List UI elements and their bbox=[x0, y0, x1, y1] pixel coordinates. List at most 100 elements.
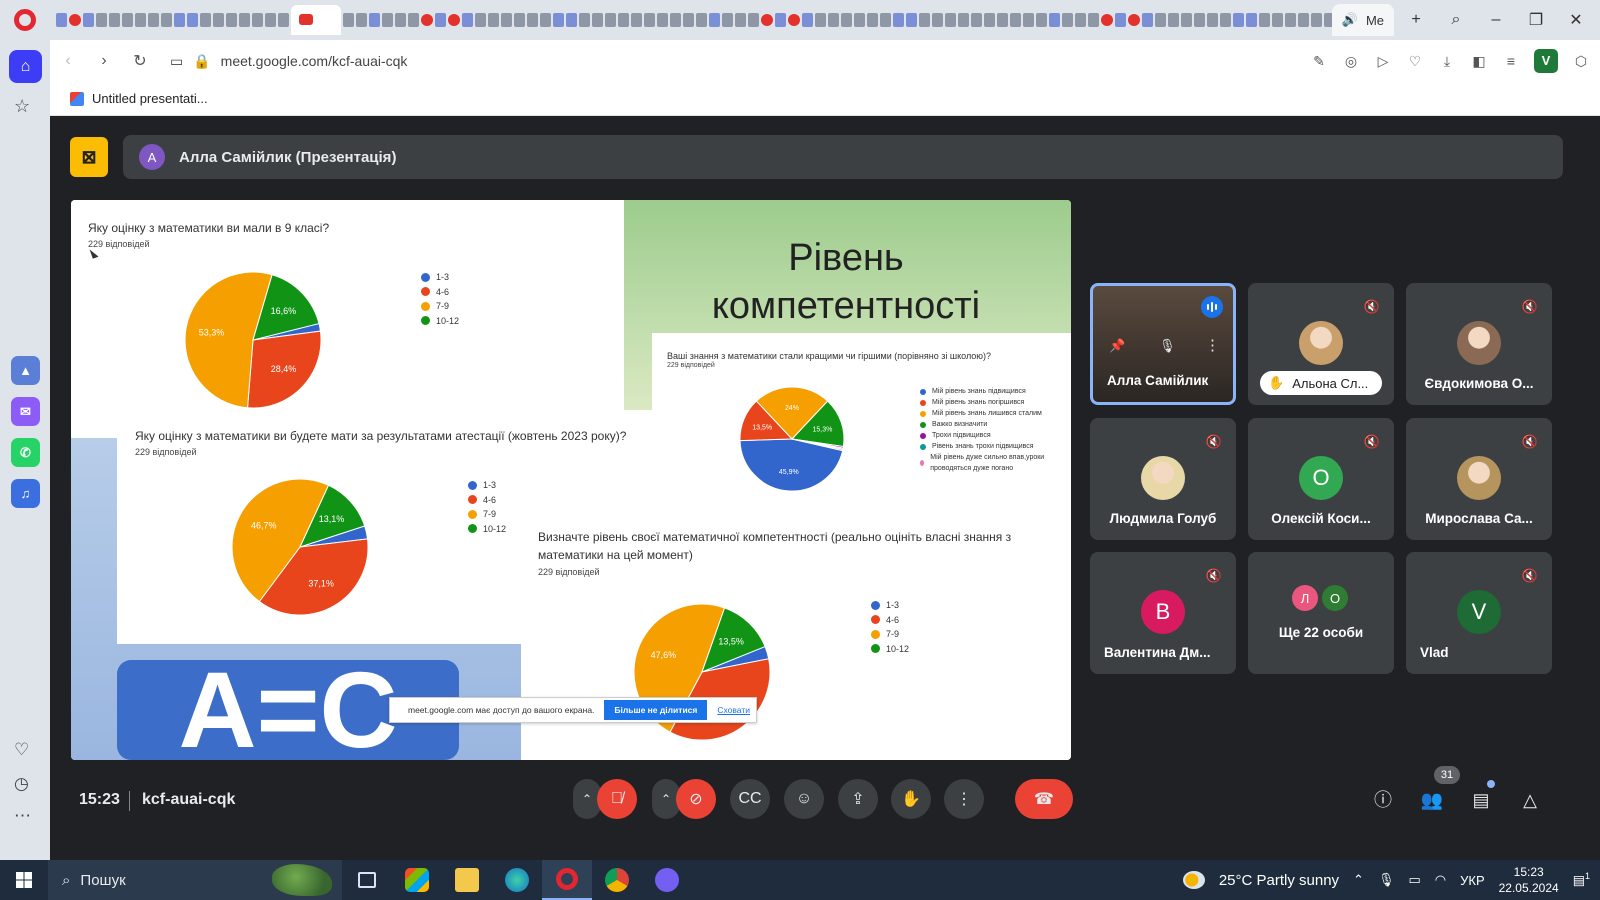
new-tab-button[interactable]: + bbox=[1398, 2, 1434, 38]
tab-favicon-icon[interactable] bbox=[657, 13, 668, 27]
tab-favicon-icon[interactable] bbox=[527, 13, 538, 27]
tab-favicon-icon[interactable] bbox=[109, 13, 120, 27]
snapshot-icon[interactable]: ◎ bbox=[1342, 52, 1360, 70]
tab-favicon-icon[interactable] bbox=[226, 13, 237, 27]
notifications-icon[interactable]: ▤1 bbox=[1573, 871, 1590, 888]
tab-favicon-icon[interactable] bbox=[200, 13, 211, 27]
microsoft-store-icon[interactable] bbox=[392, 860, 442, 900]
tab-favicon-icon[interactable] bbox=[605, 13, 616, 27]
download-icon[interactable]: ⤓ bbox=[1438, 52, 1456, 70]
pin-icon[interactable]: 📌 bbox=[1109, 338, 1125, 354]
tab-favicon-icon[interactable] bbox=[462, 13, 473, 27]
tab-favicon-icon[interactable] bbox=[841, 13, 852, 27]
tab-favicon-icon[interactable] bbox=[722, 13, 733, 27]
activities-icon[interactable]: △ bbox=[1515, 785, 1545, 815]
raise-hand-button[interactable]: ✋ bbox=[891, 779, 931, 819]
people-icon[interactable]: 👥 bbox=[1417, 785, 1447, 815]
forward-button[interactable]: › bbox=[86, 52, 122, 70]
tab-favicon-icon[interactable] bbox=[174, 13, 185, 27]
tab-favicon-icon[interactable] bbox=[1023, 13, 1034, 27]
tab-favicon-icon[interactable] bbox=[997, 13, 1008, 27]
home-icon[interactable]: ⌂ bbox=[9, 50, 42, 83]
more-options-button[interactable]: ⋮ bbox=[944, 779, 984, 819]
tab-favicon-icon[interactable] bbox=[382, 13, 393, 27]
tab-favicon-icon[interactable] bbox=[213, 13, 224, 27]
present-screen-button[interactable]: ⇪ bbox=[838, 779, 878, 819]
opera-taskbar-icon[interactable] bbox=[542, 860, 592, 900]
tab-favicon-icon[interactable] bbox=[932, 13, 943, 27]
tab-favicon-icon[interactable] bbox=[1324, 13, 1332, 27]
tab-favicon-icon[interactable] bbox=[1036, 13, 1047, 27]
file-explorer-icon[interactable] bbox=[442, 860, 492, 900]
tab-favicon-icon[interactable] bbox=[893, 13, 904, 27]
tab-favicon-icon[interactable] bbox=[1088, 13, 1099, 27]
captions-button[interactable]: CC bbox=[730, 779, 770, 819]
tab-favicon-icon[interactable] bbox=[239, 13, 250, 27]
weather-text[interactable]: 25°C Partly sunny bbox=[1219, 872, 1339, 889]
share-icon[interactable]: ✎ bbox=[1310, 52, 1328, 70]
tab-favicon-icon[interactable] bbox=[514, 13, 525, 27]
tab-favicon-icon[interactable] bbox=[395, 13, 406, 27]
bookmark-item[interactable]: Untitled presentati... bbox=[92, 91, 208, 106]
tab-favicon-icon[interactable] bbox=[696, 13, 707, 27]
participant-tile[interactable]: О 🔇 Олексій Коси... bbox=[1248, 418, 1394, 540]
easy-setup-icon[interactable]: ≡ bbox=[1502, 52, 1520, 70]
tab-favicon-icon[interactable] bbox=[735, 13, 746, 27]
participant-tile[interactable]: 🔇 Євдокимова О... bbox=[1406, 283, 1552, 405]
messenger-icon[interactable]: ✉ bbox=[11, 397, 40, 426]
tab-favicon-icon[interactable] bbox=[906, 13, 917, 27]
tab-favicon-icon[interactable] bbox=[435, 13, 446, 27]
leave-call-button[interactable]: ☎ bbox=[1015, 779, 1073, 819]
tab-favicon-icon[interactable] bbox=[579, 13, 590, 27]
tab-favicon-icon[interactable] bbox=[1207, 13, 1218, 27]
tab-favicon-icon[interactable] bbox=[945, 13, 956, 27]
tab-favicon-icon[interactable] bbox=[1272, 13, 1283, 27]
tab-active[interactable]: 🔊 Me bbox=[1331, 4, 1394, 36]
tab-favicon-icon[interactable] bbox=[161, 13, 172, 27]
participant-tile[interactable]: 🔇 ✋ Альона Сл... bbox=[1248, 283, 1394, 405]
tab-favicon-icon[interactable] bbox=[1101, 14, 1113, 26]
tab-favicon-icon[interactable] bbox=[618, 13, 629, 27]
back-button[interactable]: ‹ bbox=[50, 52, 86, 70]
tab-favicon-icon[interactable] bbox=[670, 13, 681, 27]
tab-favicon-icon[interactable] bbox=[1246, 13, 1257, 27]
chrome-icon[interactable] bbox=[592, 860, 642, 900]
tile-more-icon[interactable]: ⋮ bbox=[1205, 336, 1220, 354]
tile-mic-icon[interactable]: 🎙 bbox=[1159, 338, 1176, 354]
tab-favicon-icon[interactable] bbox=[421, 14, 433, 26]
tab-favicon-icon[interactable] bbox=[1298, 13, 1309, 27]
hide-notice-link[interactable]: Сховати bbox=[717, 705, 750, 715]
tab-favicon-icon[interactable] bbox=[984, 13, 995, 27]
tab-favicon-icon[interactable] bbox=[775, 13, 786, 27]
tab-favicon-icon[interactable] bbox=[761, 14, 773, 26]
tab-favicon-icon[interactable] bbox=[1142, 13, 1153, 27]
meeting-info-icon[interactable]: ⓘ bbox=[1368, 785, 1398, 815]
tab-favicon-icon[interactable] bbox=[252, 13, 263, 27]
tab-favicon-icon[interactable] bbox=[343, 13, 354, 27]
profile-avatar[interactable]: V bbox=[1534, 49, 1558, 73]
tab-favicon-icon[interactable] bbox=[1075, 13, 1086, 27]
tab-favicon-icon[interactable] bbox=[1049, 13, 1060, 27]
tab-favicon-icon[interactable] bbox=[356, 13, 367, 27]
tab-favicon-icon[interactable] bbox=[880, 13, 891, 27]
viber-icon[interactable] bbox=[642, 860, 692, 900]
tab-favicon-icon[interactable] bbox=[135, 13, 146, 27]
stop-sharing-button[interactable]: Більше не ділитися bbox=[604, 700, 708, 720]
tab-favicon-icon[interactable] bbox=[122, 13, 133, 27]
taskbar-search[interactable]: ⌕ Пошук bbox=[48, 860, 342, 900]
tab-favicon-icon[interactable] bbox=[1233, 13, 1244, 27]
participant-tile[interactable]: 🔇 Людмила Голуб bbox=[1090, 418, 1236, 540]
wifi-icon[interactable]: ◠ bbox=[1435, 872, 1446, 888]
tab-favicon-icon[interactable] bbox=[1194, 13, 1205, 27]
chat-icon[interactable]: ▤ bbox=[1466, 785, 1496, 815]
tab-favicon-icon[interactable] bbox=[644, 13, 655, 27]
tab-favicon-icon[interactable] bbox=[553, 13, 564, 27]
extensions-cube-icon[interactable]: ⬡ bbox=[1572, 52, 1590, 70]
tab-favicon-icon[interactable] bbox=[683, 13, 694, 27]
windows-start-icon[interactable] bbox=[0, 860, 48, 900]
restore-button[interactable]: ❐ bbox=[1518, 2, 1554, 38]
tab-favicon-icon[interactable] bbox=[488, 13, 499, 27]
more-icon[interactable]: ⋯ bbox=[14, 806, 31, 826]
participant-tile[interactable]: Л О Ще 22 особи bbox=[1248, 552, 1394, 674]
tab-favicon-icon[interactable] bbox=[854, 13, 865, 27]
